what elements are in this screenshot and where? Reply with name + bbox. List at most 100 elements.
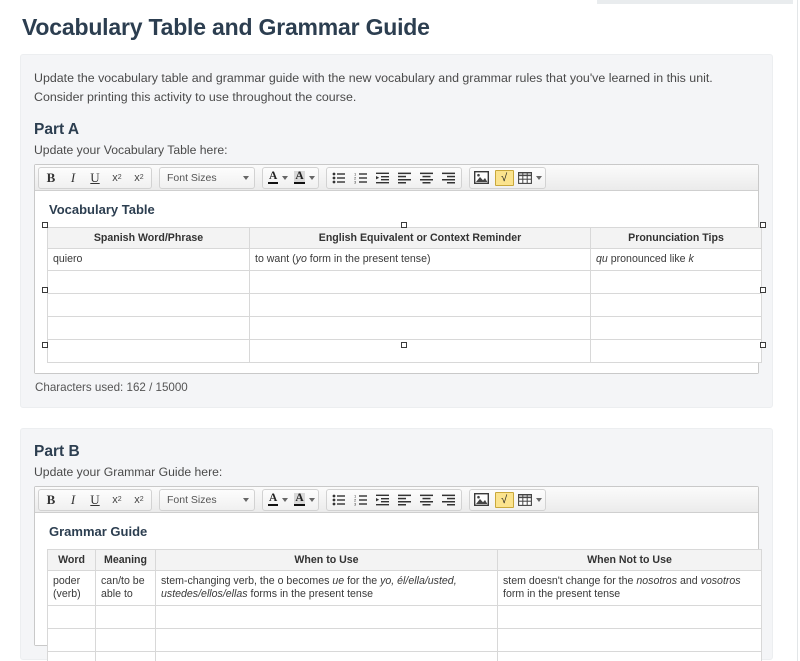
image-icon (474, 171, 489, 184)
underline-button[interactable]: U (84, 168, 106, 188)
cell-spanish-word[interactable] (48, 340, 250, 363)
align-center-icon (420, 172, 434, 184)
cell-spanish-word[interactable] (48, 294, 250, 317)
column-header-spanish: Spanish Word/Phrase (48, 228, 250, 249)
table-resize-handle-s[interactable] (401, 342, 407, 348)
part-b-editor-body[interactable]: Grammar Guide Word Meaning When to Use W… (35, 513, 758, 645)
page-content: Vocabulary Table and Grammar Guide Updat… (0, 0, 793, 660)
table-row[interactable] (48, 317, 762, 340)
cell-meaning[interactable] (96, 606, 156, 629)
insert-image-button[interactable] (471, 168, 493, 188)
cell-english-equivalent[interactable]: to want (yo form in the present tense) (250, 249, 591, 271)
text-color-button[interactable]: A (264, 168, 290, 188)
table-row[interactable] (48, 652, 762, 661)
cell-when-not-to-use[interactable]: stem doesn't change for the nosotros and… (498, 571, 762, 606)
cell-meaning[interactable]: can/to be able to (96, 571, 156, 606)
text-color-button[interactable]: A (264, 490, 290, 510)
cell-spanish-word[interactable] (48, 317, 250, 340)
part-a-editor[interactable]: B I U x2 x2 Font Sizes A (34, 164, 759, 374)
font-sizes-dropdown[interactable]: Font Sizes (161, 490, 253, 510)
cell-when-to-use[interactable] (156, 652, 498, 661)
cell-spanish-word[interactable] (48, 271, 250, 294)
equation-button[interactable]: √ (493, 490, 516, 510)
insert-table-button[interactable] (516, 490, 544, 510)
cell-text-italic: vosotros (701, 575, 741, 587)
table-resize-handle-e[interactable] (760, 287, 766, 293)
bullet-list-button[interactable] (328, 490, 350, 510)
align-left-button[interactable] (394, 168, 416, 188)
highlight-color-button[interactable]: A (290, 490, 316, 510)
table-row[interactable]: quiero to want (yo form in the present t… (48, 249, 762, 271)
align-left-button[interactable] (394, 490, 416, 510)
cell-pronunciation-tip[interactable]: qu pronounced like k (591, 249, 762, 271)
cell-text: form in the present tense (503, 588, 620, 600)
cell-word[interactable] (48, 629, 96, 652)
align-center-button[interactable] (416, 490, 438, 510)
subscript-button[interactable]: x2 (128, 168, 150, 188)
table-resize-handle-sw[interactable] (42, 342, 48, 348)
chevron-down-icon (309, 498, 315, 502)
italic-button[interactable]: I (62, 168, 84, 188)
align-right-button[interactable] (438, 490, 460, 510)
cell-when-to-use[interactable] (156, 606, 498, 629)
grammar-guide-table[interactable]: Word Meaning When to Use When Not to Use… (47, 549, 762, 661)
cell-pronunciation-tip[interactable] (591, 317, 762, 340)
italic-button[interactable]: I (62, 490, 84, 510)
indent-button[interactable] (372, 168, 394, 188)
numbered-list-icon: 1 2 3 (354, 172, 368, 184)
cell-pronunciation-tip[interactable] (591, 271, 762, 294)
table-row[interactable] (48, 271, 762, 294)
align-right-button[interactable] (438, 168, 460, 188)
table-row[interactable] (48, 629, 762, 652)
text-color-label: A (268, 171, 278, 184)
superscript-button[interactable]: x2 (106, 490, 128, 510)
cell-english-equivalent[interactable] (250, 271, 591, 294)
table-resize-handle-se[interactable] (760, 342, 766, 348)
insert-image-button[interactable] (471, 490, 493, 510)
equation-button[interactable]: √ (493, 168, 516, 188)
table-resize-handle-w[interactable] (42, 287, 48, 293)
table-row[interactable]: poder (verb) can/to be able to stem-chan… (48, 571, 762, 606)
grammar-guide-title: Grammar Guide (49, 524, 746, 539)
indent-button[interactable] (372, 490, 394, 510)
table-resize-handle-nw[interactable] (42, 222, 48, 228)
cell-when-to-use[interactable] (156, 629, 498, 652)
cell-when-to-use[interactable]: stem-changing verb, the o becomes ue for… (156, 571, 498, 606)
bold-button[interactable]: B (40, 490, 62, 510)
cell-when-not-to-use[interactable] (498, 606, 762, 629)
table-row[interactable] (48, 294, 762, 317)
superscript-exponent: 2 (118, 496, 122, 503)
cell-pronunciation-tip[interactable] (591, 340, 762, 363)
cell-meaning[interactable] (96, 652, 156, 661)
cell-when-not-to-use[interactable] (498, 652, 762, 661)
cell-word[interactable]: poder (verb) (48, 571, 96, 606)
bold-button[interactable]: B (40, 168, 62, 188)
vocabulary-table-wrap: Spanish Word/Phrase English Equivalent o… (47, 227, 746, 363)
cell-meaning[interactable] (96, 629, 156, 652)
part-a-editor-body[interactable]: Vocabulary Table (35, 191, 758, 373)
cell-word[interactable] (48, 652, 96, 661)
cell-english-equivalent[interactable] (250, 317, 591, 340)
part-b-editor[interactable]: B I U x2 x2 Font Sizes A (34, 486, 759, 646)
align-center-button[interactable] (416, 168, 438, 188)
part-b-heading: Part B (34, 443, 759, 461)
cell-text-italic: yo (296, 253, 307, 265)
cell-word[interactable] (48, 606, 96, 629)
cell-pronunciation-tip[interactable] (591, 294, 762, 317)
highlight-color-button[interactable]: A (290, 168, 316, 188)
table-resize-handle-n[interactable] (401, 222, 407, 228)
subscript-button[interactable]: x2 (128, 490, 150, 510)
table-row[interactable] (48, 606, 762, 629)
insert-table-button[interactable] (516, 168, 544, 188)
cell-spanish-word[interactable]: quiero (48, 249, 250, 271)
cell-english-equivalent[interactable] (250, 294, 591, 317)
numbered-list-button[interactable]: 1 2 3 (350, 490, 372, 510)
font-sizes-dropdown[interactable]: Font Sizes (161, 168, 253, 188)
numbered-list-button[interactable]: 1 2 3 (350, 168, 372, 188)
cell-english-equivalent[interactable] (250, 340, 591, 363)
superscript-button[interactable]: x2 (106, 168, 128, 188)
bullet-list-button[interactable] (328, 168, 350, 188)
table-resize-handle-ne[interactable] (760, 222, 766, 228)
cell-when-not-to-use[interactable] (498, 629, 762, 652)
underline-button[interactable]: U (84, 490, 106, 510)
